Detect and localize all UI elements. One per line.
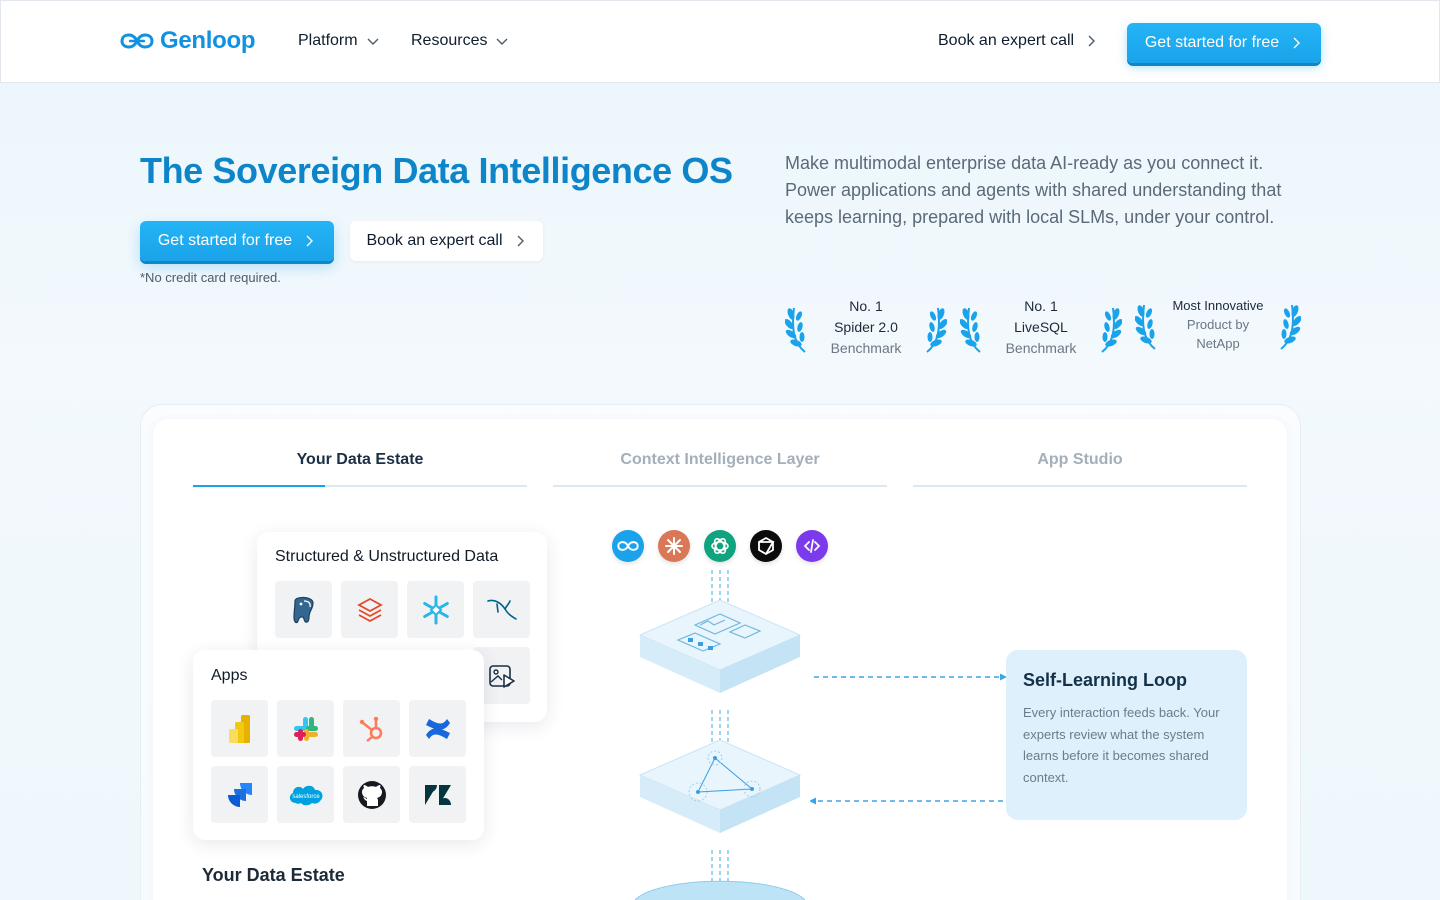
hero-get-started-label: Get started for free bbox=[157, 232, 293, 249]
cursor-model-icon bbox=[750, 530, 782, 562]
award-rank: Most Innovative bbox=[1172, 298, 1264, 313]
header-get-started-button[interactable]: Get started for free bbox=[1127, 23, 1321, 63]
hero-title: The Sovereign Data Intelligence OS bbox=[140, 150, 733, 191]
nav-platform-label: Platform bbox=[298, 32, 358, 49]
zendesk-tile bbox=[409, 766, 466, 823]
postgresql-tile bbox=[275, 581, 332, 638]
chevron-right-icon bbox=[306, 235, 314, 247]
tab-app-studio[interactable]: App Studio bbox=[913, 451, 1247, 469]
apps-title: Apps bbox=[211, 667, 248, 684]
image-video-icon bbox=[488, 664, 515, 688]
genloop-logo-icon bbox=[120, 33, 154, 49]
zendesk-icon bbox=[424, 784, 451, 805]
cursor-icon bbox=[758, 536, 775, 556]
header-get-started-label: Get started for free bbox=[1144, 34, 1280, 51]
confluence-tile bbox=[409, 700, 466, 757]
loop-connectors bbox=[810, 673, 1007, 805]
award-type: Benchmark bbox=[1005, 340, 1077, 356]
header-book-call-button[interactable]: Book an expert call bbox=[938, 32, 1098, 50]
laurel-left-icon bbox=[960, 305, 981, 353]
chevron-down-icon bbox=[367, 38, 379, 45]
logo-text: Genloop bbox=[160, 27, 256, 54]
hero-book-call-button[interactable]: Book an expert call bbox=[350, 221, 543, 261]
architecture-diagram bbox=[634, 570, 806, 900]
code-icon bbox=[803, 539, 821, 553]
award-type: NetApp bbox=[1196, 336, 1240, 351]
award-spider: No. 1 Spider 2.0 Benchmark bbox=[785, 296, 947, 359]
award-name: Spider 2.0 bbox=[834, 319, 898, 335]
hero-get-started-button[interactable]: Get started for free bbox=[140, 221, 334, 261]
chevron-right-icon bbox=[517, 235, 524, 247]
github-tile bbox=[343, 766, 400, 823]
award-rank: No. 1 bbox=[849, 298, 883, 314]
snowflake-tile bbox=[407, 581, 464, 638]
nav-platform[interactable]: Platform bbox=[298, 32, 380, 50]
structured-data-title: Structured & Unstructured Data bbox=[275, 548, 499, 565]
power-bi-icon bbox=[228, 714, 250, 743]
app-layer-block bbox=[638, 599, 802, 693]
snowflake-icon bbox=[422, 595, 449, 624]
laurel-left-icon bbox=[785, 305, 806, 353]
confluence-icon bbox=[425, 718, 450, 739]
mysql-icon bbox=[486, 599, 517, 620]
tab-your-data-estate[interactable]: Your Data Estate bbox=[193, 451, 527, 469]
claude-model-icon bbox=[658, 530, 690, 562]
databricks-tile bbox=[341, 581, 398, 638]
award-netapp: Most Innovative Product by NetApp bbox=[1135, 296, 1301, 353]
hero-book-call-label: Book an expert call bbox=[366, 232, 503, 249]
nav-resources[interactable]: Resources bbox=[411, 32, 509, 50]
award-name: LiveSQL bbox=[1014, 319, 1068, 335]
mysql-tile bbox=[473, 581, 530, 638]
context-layer-block bbox=[638, 739, 802, 833]
claude-icon bbox=[665, 537, 683, 555]
jira-icon bbox=[227, 782, 252, 807]
award-rank: No. 1 bbox=[1024, 298, 1058, 314]
jira-tile bbox=[211, 766, 268, 823]
hubspot-tile bbox=[343, 700, 400, 757]
loop-description: Every interaction feeds back. Your exper… bbox=[1023, 705, 1220, 785]
top-navigation: Genloop Platform Resources Book an exper… bbox=[0, 0, 1440, 83]
laurel-right-icon bbox=[1280, 302, 1301, 350]
power-bi-tile bbox=[211, 700, 268, 757]
genloop-icon bbox=[617, 541, 639, 551]
databricks-icon bbox=[356, 597, 383, 622]
hero-description: Make multimodal enterprise data AI-ready… bbox=[785, 153, 1282, 227]
laurel-right-icon bbox=[1101, 305, 1122, 353]
loop-title: Self-Learning Loop bbox=[1023, 670, 1187, 690]
github-icon bbox=[357, 780, 386, 809]
nav-resources-label: Resources bbox=[411, 32, 488, 49]
chevron-right-icon bbox=[1088, 35, 1096, 47]
openai-icon bbox=[711, 537, 729, 555]
salesforce-tile: salesforce bbox=[277, 766, 334, 823]
logo[interactable]: Genloop bbox=[120, 27, 256, 55]
tab-context-intelligence[interactable]: Context Intelligence Layer bbox=[553, 451, 887, 469]
award-livesql: No. 1 LiveSQL Benchmark bbox=[960, 296, 1122, 359]
laurel-left-icon bbox=[1135, 302, 1156, 350]
tab-track bbox=[553, 485, 887, 487]
genloop-model-icon bbox=[612, 530, 644, 562]
chevron-right-icon bbox=[1293, 37, 1301, 49]
code-model-icon bbox=[796, 530, 828, 562]
slack-tile bbox=[277, 700, 334, 757]
tab-progress-indicator bbox=[193, 485, 325, 487]
slack-icon bbox=[293, 716, 318, 741]
header-book-call-label: Book an expert call bbox=[938, 32, 1075, 49]
salesforce-icon: salesforce bbox=[289, 785, 322, 805]
chevron-down-icon bbox=[496, 38, 508, 45]
laurel-right-icon bbox=[926, 305, 947, 353]
award-name: Product by bbox=[1186, 317, 1250, 332]
openai-model-icon bbox=[704, 530, 736, 562]
salesforce-logo-text: salesforce bbox=[292, 794, 320, 800]
postgresql-icon bbox=[292, 596, 314, 623]
hubspot-icon bbox=[359, 716, 382, 742]
award-type: Benchmark bbox=[830, 340, 902, 356]
tab-track bbox=[913, 485, 1247, 487]
no-credit-card-note: *No credit card required. bbox=[140, 270, 281, 285]
data-estate-label: Your Data Estate bbox=[202, 865, 345, 885]
